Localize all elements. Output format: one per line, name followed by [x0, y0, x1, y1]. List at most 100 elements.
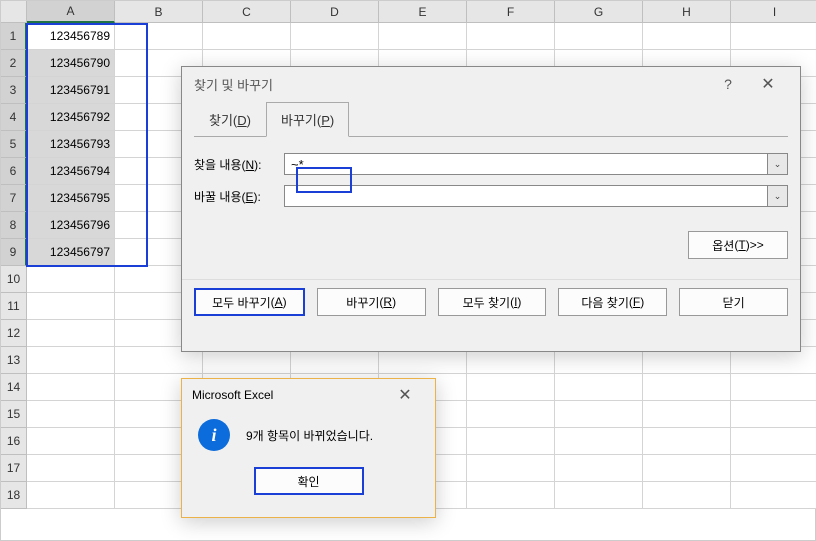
- cell[interactable]: [467, 482, 555, 509]
- cell[interactable]: [379, 23, 467, 50]
- dialog-titlebar: 찾기 및 바꾸기 ? ✕: [182, 67, 800, 101]
- cell[interactable]: [555, 374, 643, 401]
- cell[interactable]: [27, 266, 115, 293]
- cell[interactable]: 123456791: [27, 77, 115, 104]
- column-header[interactable]: H: [643, 1, 731, 23]
- cell[interactable]: [643, 374, 731, 401]
- find-label: 찾을 내용(N):: [194, 156, 284, 173]
- cell[interactable]: [731, 23, 816, 50]
- cell[interactable]: [27, 374, 115, 401]
- dialog-title: 찾기 및 바꾸기: [194, 75, 273, 94]
- cell[interactable]: [27, 482, 115, 509]
- row-header[interactable]: 14: [1, 374, 27, 401]
- row-header[interactable]: 5: [1, 131, 27, 158]
- cell[interactable]: [555, 455, 643, 482]
- close-icon[interactable]: ✕: [748, 69, 788, 99]
- cell[interactable]: [467, 455, 555, 482]
- message-box: Microsoft Excel ✕ i 9개 항목이 바뀌었습니다. 확인: [181, 378, 436, 518]
- cell[interactable]: [27, 293, 115, 320]
- find-next-button[interactable]: 다음 찾기(F): [558, 288, 667, 316]
- cell[interactable]: [27, 455, 115, 482]
- cell[interactable]: [731, 428, 816, 455]
- msgbox-text: 9개 항목이 바뀌었습니다.: [246, 427, 373, 444]
- cell[interactable]: [467, 401, 555, 428]
- row-header[interactable]: 18: [1, 482, 27, 509]
- ok-button[interactable]: 확인: [254, 467, 364, 495]
- row-header[interactable]: 9: [1, 239, 27, 266]
- row-header[interactable]: 17: [1, 455, 27, 482]
- row-header[interactable]: 7: [1, 185, 27, 212]
- cell[interactable]: [731, 455, 816, 482]
- info-icon: i: [198, 419, 230, 451]
- cell[interactable]: 123456795: [27, 185, 115, 212]
- cell[interactable]: [731, 401, 816, 428]
- find-dropdown[interactable]: ⌄: [768, 153, 788, 175]
- cell[interactable]: 123456789: [27, 23, 115, 50]
- column-header[interactable]: G: [555, 1, 643, 23]
- cell[interactable]: [643, 428, 731, 455]
- help-button[interactable]: ?: [708, 69, 748, 99]
- row-header[interactable]: 15: [1, 401, 27, 428]
- row-header[interactable]: 6: [1, 158, 27, 185]
- cell[interactable]: 123456796: [27, 212, 115, 239]
- cell[interactable]: [27, 320, 115, 347]
- row-header[interactable]: 16: [1, 428, 27, 455]
- row-header[interactable]: 4: [1, 104, 27, 131]
- msgbox-close-icon[interactable]: ✕: [385, 380, 425, 410]
- replace-input[interactable]: [284, 185, 768, 207]
- row-header[interactable]: 10: [1, 266, 27, 293]
- row-header[interactable]: 2: [1, 50, 27, 77]
- cell[interactable]: [643, 482, 731, 509]
- cell[interactable]: 123456793: [27, 131, 115, 158]
- cell[interactable]: [555, 482, 643, 509]
- cell[interactable]: 123456797: [27, 239, 115, 266]
- cell[interactable]: 123456790: [27, 50, 115, 77]
- cell[interactable]: [27, 347, 115, 374]
- cell[interactable]: [643, 455, 731, 482]
- column-header[interactable]: I: [731, 1, 816, 23]
- cell[interactable]: 123456792: [27, 104, 115, 131]
- column-header[interactable]: A: [27, 1, 115, 23]
- find-replace-dialog: 찾기 및 바꾸기 ? ✕ 찾기(D) 바꾸기(P) 찾을 내용(N): ⌄ 바꿀…: [181, 66, 801, 352]
- cell[interactable]: [467, 428, 555, 455]
- tab-replace[interactable]: 바꾸기(P): [266, 102, 349, 137]
- cell[interactable]: [27, 428, 115, 455]
- cell[interactable]: [27, 401, 115, 428]
- cell[interactable]: [643, 23, 731, 50]
- cell[interactable]: [731, 374, 816, 401]
- column-header[interactable]: C: [203, 1, 291, 23]
- msgbox-title: Microsoft Excel: [192, 388, 273, 402]
- row-header[interactable]: 8: [1, 212, 27, 239]
- find-all-button[interactable]: 모두 찾기(I): [438, 288, 547, 316]
- column-header[interactable]: D: [291, 1, 379, 23]
- replace-label: 바꿀 내용(E):: [194, 188, 284, 205]
- column-header[interactable]: E: [379, 1, 467, 23]
- cell[interactable]: 123456794: [27, 158, 115, 185]
- row-header[interactable]: 1: [1, 23, 27, 50]
- cell[interactable]: [467, 23, 555, 50]
- options-button[interactable]: 옵션(T) >>: [688, 231, 788, 259]
- tab-strip: 찾기(D) 바꾸기(P): [194, 101, 788, 137]
- row-header[interactable]: 11: [1, 293, 27, 320]
- close-button[interactable]: 닫기: [679, 288, 788, 316]
- cell[interactable]: [555, 23, 643, 50]
- row-header[interactable]: 13: [1, 347, 27, 374]
- row-header[interactable]: 12: [1, 320, 27, 347]
- replace-button[interactable]: 바꾸기(R): [317, 288, 426, 316]
- find-input[interactable]: [284, 153, 768, 175]
- tab-find[interactable]: 찾기(D): [194, 102, 266, 137]
- row-header[interactable]: 3: [1, 77, 27, 104]
- column-header[interactable]: F: [467, 1, 555, 23]
- select-all-corner[interactable]: [1, 1, 27, 23]
- replace-all-button[interactable]: 모두 바꾸기(A): [194, 288, 305, 316]
- cell[interactable]: [731, 482, 816, 509]
- cell[interactable]: [291, 23, 379, 50]
- column-header[interactable]: B: [115, 1, 203, 23]
- replace-dropdown[interactable]: ⌄: [768, 185, 788, 207]
- cell[interactable]: [115, 23, 203, 50]
- cell[interactable]: [555, 428, 643, 455]
- cell[interactable]: [467, 374, 555, 401]
- cell[interactable]: [203, 23, 291, 50]
- cell[interactable]: [643, 401, 731, 428]
- cell[interactable]: [555, 401, 643, 428]
